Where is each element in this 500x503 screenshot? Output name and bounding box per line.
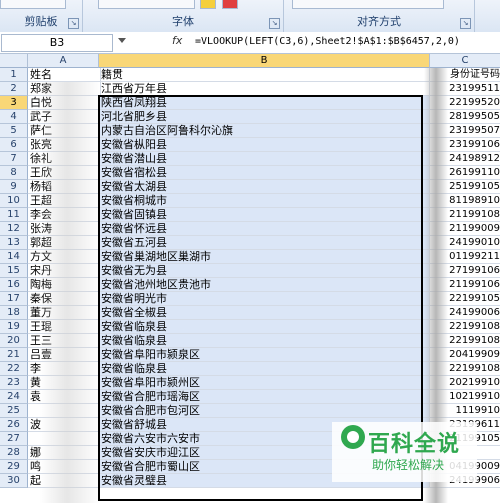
cell-native-place[interactable]: 籍贯 xyxy=(99,68,430,82)
cell-native-place[interactable]: 安徽省临泉县 xyxy=(99,362,430,376)
row-header[interactable]: 14 xyxy=(0,250,28,264)
cell-native-place[interactable]: 安徽省临泉县 xyxy=(99,320,430,334)
cell-native-place[interactable]: 安徽省合肥市包河区 xyxy=(99,404,430,418)
select-all-corner[interactable] xyxy=(0,54,28,68)
row-header[interactable]: 21 xyxy=(0,348,28,362)
cell-native-place[interactable]: 安徽省无为县 xyxy=(99,264,430,278)
cell-native-place[interactable]: 安徽省宿松县 xyxy=(99,166,430,180)
name-box[interactable]: B3 xyxy=(1,34,113,52)
row-header[interactable]: 19 xyxy=(0,320,28,334)
cell-native-place[interactable]: 安徽省池州地区贵池市 xyxy=(99,278,430,292)
row-header[interactable]: 2 xyxy=(0,82,28,96)
clipboard-group: 剪贴板 ↘ xyxy=(0,0,83,32)
row-header[interactable]: 1 xyxy=(0,68,28,82)
row-header[interactable]: 17 xyxy=(0,292,28,306)
row-header[interactable]: 18 xyxy=(0,306,28,320)
row-header[interactable]: 11 xyxy=(0,208,28,222)
cell-native-place[interactable]: 安徽省固镇县 xyxy=(99,208,430,222)
row-header[interactable]: 16 xyxy=(0,278,28,292)
alignment-launcher-icon[interactable]: ↘ xyxy=(460,18,471,29)
alignment-group-label: 对齐方式 xyxy=(357,15,401,28)
row-header[interactable]: 23 xyxy=(0,376,28,390)
name-box-dropdown-icon[interactable] xyxy=(118,38,126,43)
clipboard-launcher-icon[interactable]: ↘ xyxy=(68,18,79,29)
cell-native-place[interactable]: 安徽省合肥市瑶海区 xyxy=(99,390,430,404)
redaction-blur-names xyxy=(40,82,100,503)
row-header[interactable]: 29 xyxy=(0,460,28,474)
row-header[interactable]: 12 xyxy=(0,222,28,236)
row-header[interactable]: 10 xyxy=(0,194,28,208)
watermark-logo-icon xyxy=(341,425,365,449)
row-header[interactable]: 13 xyxy=(0,236,28,250)
cell-native-place[interactable]: 安徽省临泉县 xyxy=(99,334,430,348)
row-header[interactable]: 9 xyxy=(0,180,28,194)
column-header-c[interactable]: C xyxy=(430,54,500,68)
row-header[interactable]: 3 xyxy=(0,96,28,110)
row-header[interactable]: 26 xyxy=(0,418,28,432)
fx-icon[interactable]: fx xyxy=(172,34,182,47)
row-header[interactable]: 24 xyxy=(0,390,28,404)
font-group-label: 字体 xyxy=(172,15,194,28)
row-header[interactable]: 15 xyxy=(0,264,28,278)
row-header[interactable]: 30 xyxy=(0,474,28,488)
cell-native-place[interactable]: 安徽省怀远县 xyxy=(99,222,430,236)
cell-native-place[interactable]: 安徽省巢湖地区巢湖市 xyxy=(99,250,430,264)
cell-native-place[interactable]: 河北省肥乡县 xyxy=(99,110,430,124)
row-header[interactable]: 28 xyxy=(0,446,28,460)
watermark-subtitle: 助你轻松解决 xyxy=(372,458,445,472)
font-group: 字体 ↘ xyxy=(83,0,284,32)
row-header[interactable]: 7 xyxy=(0,152,28,166)
row-header[interactable]: 6 xyxy=(0,138,28,152)
cell-native-place[interactable]: 安徽省全椒县 xyxy=(99,306,430,320)
ribbon: 剪贴板 ↘ 字体 ↘ 对齐方式 ↘ xyxy=(0,0,500,33)
row-header[interactable]: 5 xyxy=(0,124,28,138)
formula-bar: B3 fx =VLOOKUP(LEFT(C3,6),Sheet2!$A$1:$B… xyxy=(0,32,500,54)
row-header[interactable]: 25 xyxy=(0,404,28,418)
column-header-b[interactable]: B xyxy=(99,54,430,68)
cell-native-place[interactable]: 安徽省枞阳县 xyxy=(99,138,430,152)
row-header[interactable]: 20 xyxy=(0,334,28,348)
cell-native-place[interactable]: 安徽省太湖县 xyxy=(99,180,430,194)
watermark-title: 百科全说 xyxy=(368,432,461,457)
font-launcher-icon[interactable]: ↘ xyxy=(269,18,280,29)
row-header[interactable]: 27 xyxy=(0,432,28,446)
cell-native-place[interactable]: 陕西省凤翔县 xyxy=(99,96,430,110)
cell-native-place[interactable]: 安徽省阜阳市颍泉区 xyxy=(99,348,430,362)
row-header[interactable]: 22 xyxy=(0,362,28,376)
cell-native-place[interactable]: 安徽省阜阳市颍州区 xyxy=(99,376,430,390)
cell-native-place[interactable]: 安徽省潜山县 xyxy=(99,152,430,166)
cell-native-place[interactable]: 安徽省桐城市 xyxy=(99,194,430,208)
row-header[interactable]: 4 xyxy=(0,110,28,124)
alignment-group: 对齐方式 ↘ xyxy=(284,0,475,32)
cell-name[interactable]: 姓名 xyxy=(28,68,101,82)
watermark: 百科全说 助你轻松解决 xyxy=(332,422,477,482)
column-header-a[interactable]: A xyxy=(28,54,99,68)
cell-native-place[interactable]: 安徽省五河县 xyxy=(99,236,430,250)
row-header[interactable]: 8 xyxy=(0,166,28,180)
formula-input[interactable]: =VLOOKUP(LEFT(C3,6),Sheet2!$A$1:$B$6457,… xyxy=(195,34,460,50)
cell-native-place[interactable]: 江西省万年县 xyxy=(99,82,430,96)
cell-native-place[interactable]: 安徽省明光市 xyxy=(99,292,430,306)
cell-native-place[interactable]: 内蒙古自治区阿鲁科尔沁旗 xyxy=(99,124,430,138)
